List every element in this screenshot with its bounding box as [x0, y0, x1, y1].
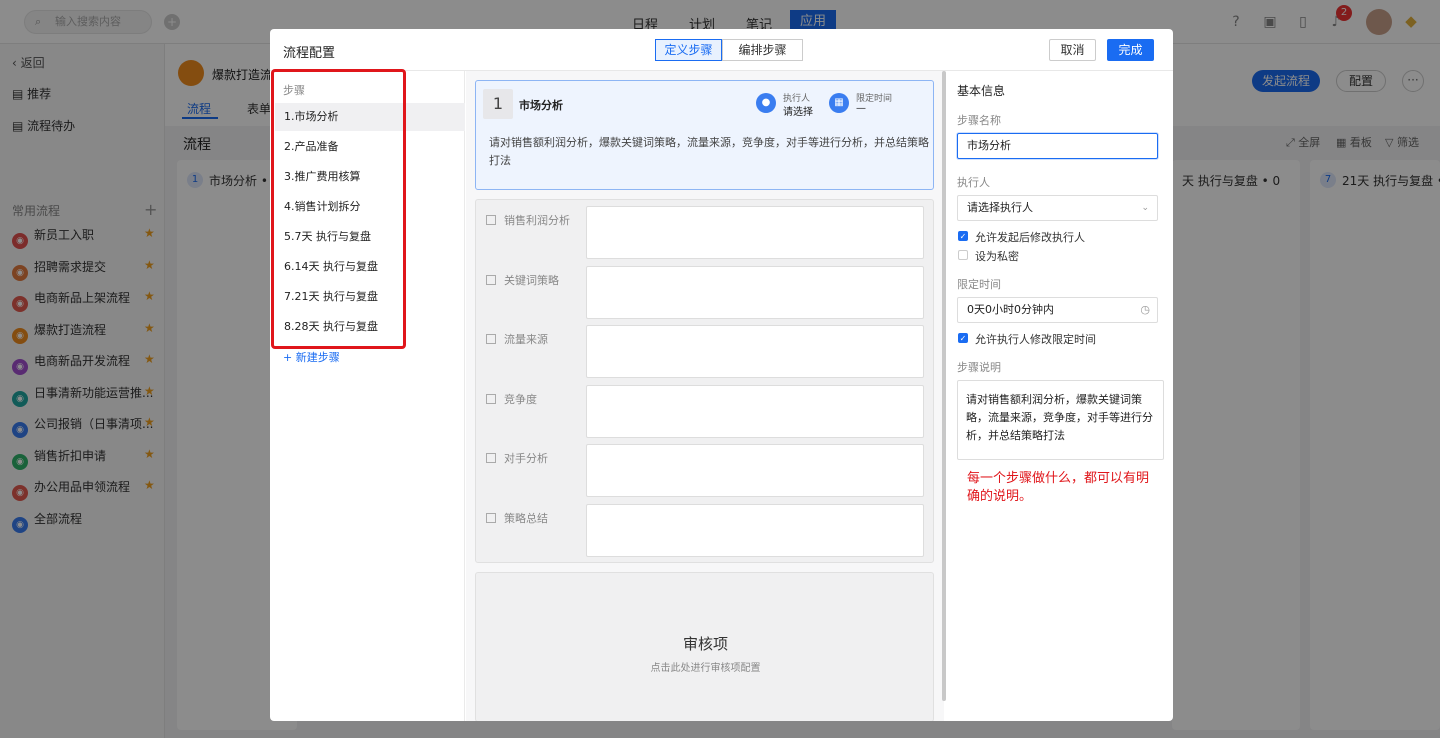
annotation-note: 每一个步骤做什么，都可以有明确的说明。	[967, 471, 1150, 504]
field-label: 策略总结	[486, 510, 548, 526]
time-limit-input[interactable]: 0天0小时0分钟内 ◷	[957, 297, 1158, 323]
calendar-icon: ▦	[829, 93, 849, 113]
field-input[interactable]	[586, 325, 924, 378]
clock-icon: ◷	[1140, 303, 1150, 316]
audit-title: 审核项	[682, 635, 728, 653]
step-number: 1	[483, 89, 513, 119]
private-checkbox[interactable]	[958, 250, 968, 260]
field-label: 关键词策略	[486, 272, 559, 288]
field-input[interactable]	[586, 265, 924, 319]
form-fields-panel: 销售利润分析 关键词策略流量来源竞争度对手分析策略总结	[475, 199, 934, 563]
field-icon	[486, 215, 496, 225]
field-input[interactable]	[586, 503, 924, 557]
step-name-label: 步骤名称	[957, 114, 1001, 127]
step-card-title: 市场分析	[519, 99, 563, 112]
field-label: 流量来源	[486, 331, 548, 347]
field-label: 销售利润分析	[486, 212, 570, 228]
field-label-text: 流量来源	[504, 333, 548, 346]
field-label-text: 销售利润分析	[504, 214, 570, 227]
modal-title: 流程配置	[283, 46, 336, 61]
field-icon	[486, 393, 496, 404]
allow-modify-executor-label: 允许发起后修改执行人	[975, 231, 1085, 244]
field-icon	[486, 334, 496, 344]
field-input[interactable]	[586, 206, 924, 259]
step-desc-label: 步骤说明	[957, 361, 1001, 374]
field-icon	[486, 512, 496, 523]
basic-info-header: 基本信息	[957, 84, 1006, 98]
allow-modify-executor-checkbox[interactable]: ✓	[958, 231, 968, 241]
field-label: 对手分析	[486, 450, 548, 466]
private-label: 设为私密	[975, 250, 1019, 263]
chevron-down-icon: ⌄	[1141, 203, 1149, 213]
executor-label: 执行人	[957, 176, 990, 189]
executor-select[interactable]: 请选择执行人 ⌄	[957, 195, 1158, 221]
field-icon	[486, 453, 496, 463]
new-step-button[interactable]: + 新建步骤	[283, 349, 340, 365]
allow-modify-time-checkbox[interactable]: ✓	[958, 333, 968, 343]
audit-subtitle: 点击此处进行审核项配置	[650, 663, 761, 674]
step-desc-textarea[interactable]: 请对销售额利润分析，爆款关键词策略，流量来源，竞争度，对手等进行分析，并总结策略…	[957, 380, 1164, 460]
field-label-text: 策略总结	[504, 511, 548, 525]
highlight-box	[271, 69, 406, 349]
done-button[interactable]: 完成	[1107, 39, 1154, 61]
field-input[interactable]	[586, 384, 924, 438]
field-label: 竞争度	[486, 391, 537, 407]
field-label-text: 关键词策略	[504, 273, 559, 287]
tab-define-steps[interactable]: 定义步骤	[655, 39, 722, 61]
step-card-desc: 请对销售额利润分析，爆款关键词策略，流量来源，竞争度，对手等进行分析，并总结策略…	[489, 136, 929, 167]
time-limit-value[interactable]: —	[856, 103, 866, 114]
field-label-text: 竞争度	[504, 392, 537, 406]
step-name-input[interactable]: 市场分析	[957, 133, 1158, 159]
scrollbar[interactable]	[942, 71, 946, 701]
field-input[interactable]	[586, 444, 924, 497]
cancel-button[interactable]: 取消	[1049, 39, 1096, 61]
allow-modify-time-label: 允许执行人修改限定时间	[975, 333, 1096, 346]
step-card[interactable]: 1 市场分析 ● 执行人 请选择 ▦ 限定时间 — 请对销售额利润分析，爆款关键…	[475, 80, 934, 190]
field-label-text: 对手分析	[504, 452, 548, 465]
field-icon	[486, 274, 496, 285]
tab-arrange-steps[interactable]: 编排步骤	[722, 39, 803, 61]
executor-value[interactable]: 请选择	[783, 103, 813, 118]
time-limit-label: 限定时间	[957, 278, 1001, 291]
audit-config-area[interactable]: 审核项 点击此处进行审核项配置	[475, 572, 934, 721]
user-icon: ●	[756, 93, 776, 113]
